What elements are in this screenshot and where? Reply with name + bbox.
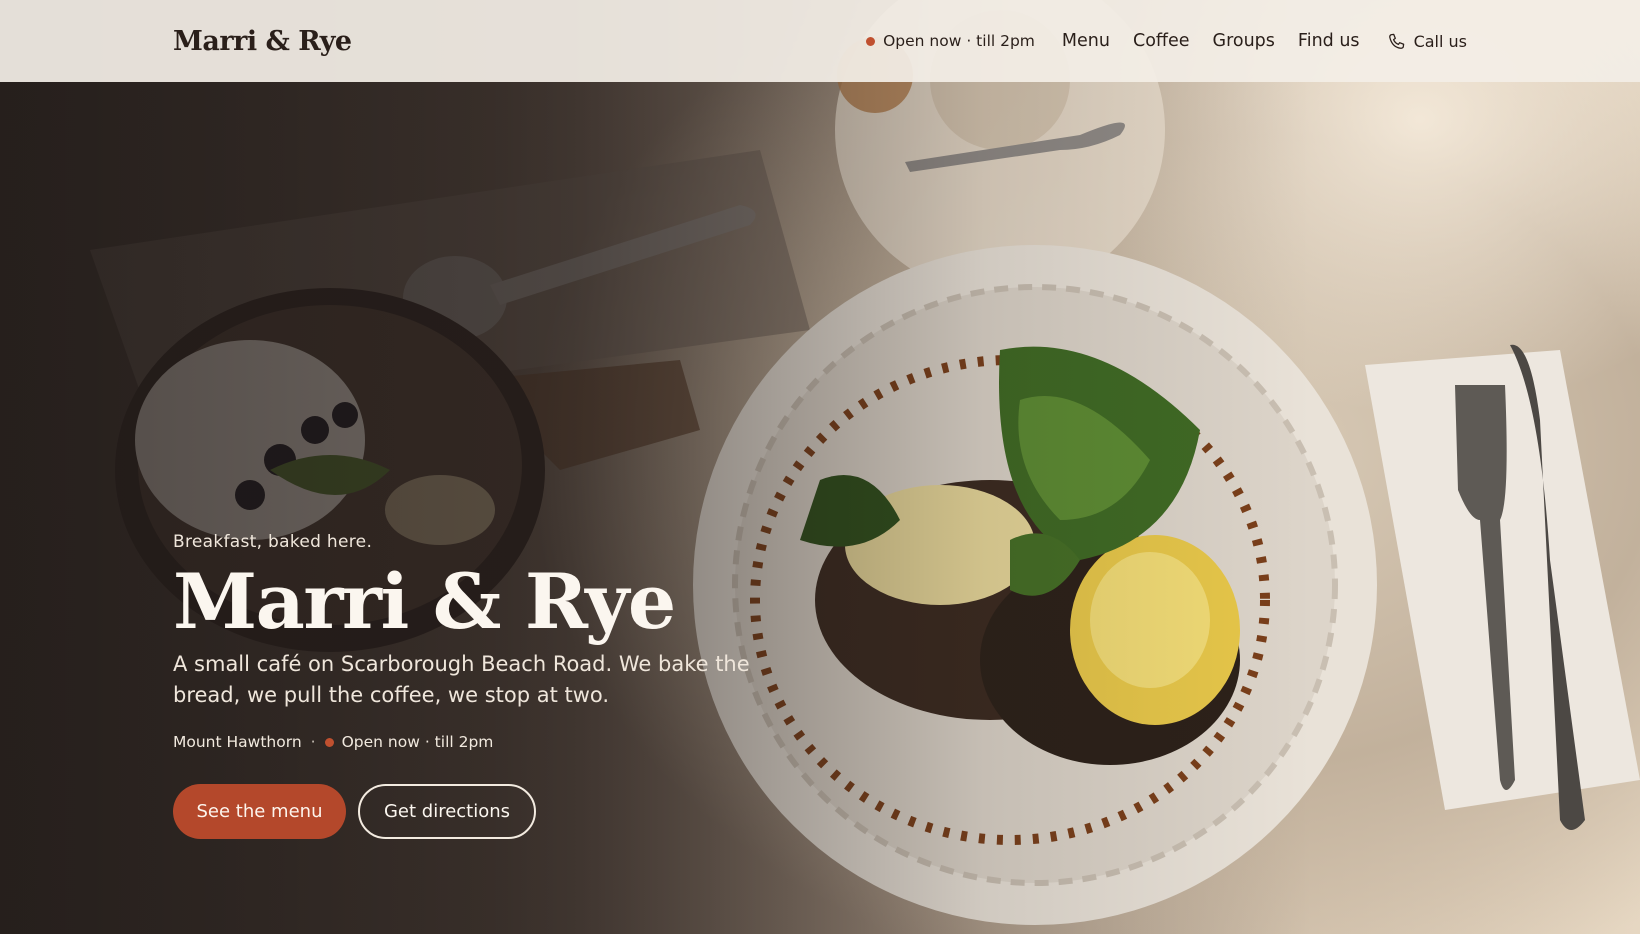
hero-eyebrow: Breakfast, baked here. [173,532,373,552]
hero-content: Breakfast, baked here. Marri & Rye A sma… [173,532,873,839]
phone-icon [1388,33,1404,49]
call-us-link[interactable]: Call us [1387,32,1467,51]
nav-link-coffee[interactable]: Coffee [1133,31,1190,51]
see-menu-button[interactable]: See the menu [173,784,346,839]
nav-link-menu[interactable]: Menu [1062,31,1110,51]
hero-subtitle: A small café on Scarborough Beach Road. … [173,652,750,707]
get-directions-button[interactable]: Get directions [358,784,536,839]
hero-title: Marri & Rye [173,557,676,646]
header-open-status: Open now · till 2pm [866,32,1035,50]
hero-status-text: Open now · till 2pm [341,733,494,751]
location-text: Mount Hawthorn [173,733,302,751]
meta-separator: · [310,733,316,751]
main-nav: Open now · till 2pm Menu Coffee Groups F… [866,31,1467,51]
call-us-label: Call us [1413,31,1467,51]
site-header: Marri & Rye Open now · till 2pm Menu Cof… [0,0,1640,82]
header-status-text: Open now · till 2pm [883,32,1035,50]
nav-link-find-us[interactable]: Find us [1298,31,1360,51]
status-dot-icon [324,737,334,747]
brand-logo[interactable]: Marri & Rye [173,26,352,57]
status-dot-icon [866,36,876,46]
hero-meta: Mount Hawthorn · Open now · till 2pm [173,733,873,751]
nav-link-groups[interactable]: Groups [1213,31,1275,51]
hero-cta-row: See the menu Get directions [173,784,873,839]
